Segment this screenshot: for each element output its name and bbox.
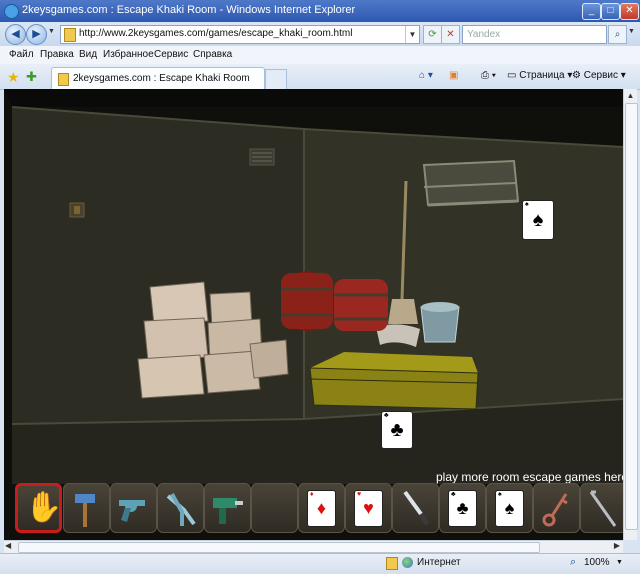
menu-favorites[interactable]: Избранное [103, 49, 154, 60]
home-icon[interactable]: ⌂ ▾ [419, 70, 433, 81]
protected-mode-icon [386, 557, 398, 570]
horizontal-scrollbar[interactable]: ◀ ▶ [4, 540, 623, 553]
tools-menu[interactable]: ⚙ Сервис ▾ [572, 70, 626, 81]
menu-edit[interactable]: Правка [40, 49, 74, 60]
menu-file[interactable]: Файл [9, 49, 34, 60]
forward-button[interactable]: ▶ [26, 24, 47, 45]
zoom-icon[interactable]: ⌕ [570, 556, 576, 569]
menu-bar: Файл Правка Вид Избранное Сервис Справка [0, 46, 640, 65]
wall-shelf [422, 159, 520, 207]
window-title: 2keysgames.com : Escape Khaki Room - Win… [22, 4, 356, 16]
inventory-slot-hammer[interactable] [63, 483, 110, 533]
tab-bar: ★ ✚ 2keysgames.com : Escape Khaki Room ⌂… [0, 64, 640, 90]
search-input[interactable]: Yandex [462, 25, 607, 44]
title-bar: 2keysgames.com : Escape Khaki Room - Win… [0, 0, 640, 22]
spade-card-on-wall[interactable]: ♠ ♠ [522, 200, 554, 240]
spade-card-icon: ♠ ♠ [495, 490, 524, 527]
club-card-on-floor[interactable]: ♣ ♣ [381, 411, 413, 449]
barrel [281, 271, 333, 331]
inventory-slot-pliers[interactable] [157, 483, 204, 533]
search-options-icon[interactable]: ▼ [628, 28, 635, 35]
url-field[interactable]: http://www.2keysgames.com/games/escape_k… [60, 25, 420, 44]
barrel [334, 279, 388, 331]
back-button[interactable]: ◀ [5, 24, 26, 45]
inventory-slot-knife[interactable] [392, 483, 439, 533]
key-icon [542, 493, 568, 527]
stop-icon[interactable]: ✕ [441, 25, 460, 44]
search-placeholder: Yandex [467, 29, 501, 40]
favorites-star-icon[interactable]: ★ [7, 69, 20, 86]
vertical-scroll-thumb[interactable] [625, 103, 638, 530]
heart-card-icon: ♥ ♥ [354, 490, 383, 527]
revolver-icon [119, 500, 145, 522]
inventory-slot-diamond-card[interactable]: ♦ ♦ [298, 483, 345, 533]
vertical-scrollbar[interactable]: ▲ [623, 89, 638, 540]
tools-menu-label: Сервис [583, 70, 618, 81]
hand-icon: ✋ [25, 491, 63, 524]
add-favorites-icon[interactable]: ✚ [26, 69, 37, 85]
inventory-slot-club-card[interactable]: ♣ ♣ [439, 483, 486, 533]
horizontal-scroll-thumb[interactable] [18, 542, 540, 553]
inventory-slot-empty[interactable] [251, 483, 298, 533]
inventory-slot-revolver[interactable] [110, 483, 157, 533]
search-icon[interactable]: ⌕ [608, 25, 627, 44]
wall-vent [249, 148, 275, 166]
knife-icon [403, 490, 430, 526]
inventory-slot-crowbar[interactable] [580, 483, 627, 533]
status-bar: Интернет ⌕ 100% ▼ [0, 553, 640, 574]
hammer-icon [75, 494, 95, 527]
bucket [420, 302, 460, 343]
new-tab-button[interactable] [265, 69, 287, 90]
game-canvas[interactable]: ♠ ♠ ♣ ♣ play more room escape games here [4, 89, 623, 540]
scroll-up-icon[interactable]: ▲ [624, 89, 637, 102]
drill-icon [213, 498, 243, 524]
inventory-slot-key[interactable] [533, 483, 580, 533]
pliers-icon [166, 493, 196, 526]
url-dropdown-icon[interactable]: ▼ [405, 26, 419, 43]
internet-zone-icon [402, 557, 413, 568]
inventory-slot-drill[interactable] [204, 483, 251, 533]
diamond-card-icon: ♦ ♦ [307, 490, 336, 527]
feeds-icon[interactable]: ▣ [449, 70, 458, 81]
zoom-dropdown-icon[interactable]: ▼ [616, 559, 623, 566]
crowbar-icon [589, 490, 617, 527]
history-dropdown-icon[interactable]: ▼ [48, 28, 55, 35]
tab-page-icon [58, 73, 69, 86]
maximize-button[interactable]: □ [601, 3, 620, 20]
table [309, 352, 479, 410]
print-icon[interactable]: ⎙ ▾ [481, 70, 496, 81]
minimize-button[interactable]: _ [582, 3, 601, 20]
zoom-level[interactable]: 100% [584, 557, 610, 568]
page-menu[interactable]: ▭ Страница ▾ [507, 70, 572, 81]
inventory-slot-hand[interactable]: ✋ [15, 483, 62, 533]
menu-view[interactable]: Вид [79, 49, 97, 60]
menu-help[interactable]: Справка [193, 49, 232, 60]
close-button[interactable]: ✕ [620, 3, 639, 20]
url-text: http://www.2keysgames.com/games/escape_k… [79, 28, 353, 39]
scroll-left-icon[interactable]: ◀ [5, 541, 11, 550]
promo-link[interactable]: play more room escape games here [436, 470, 623, 484]
menu-tools[interactable]: Сервис [154, 49, 188, 60]
scroll-right-icon[interactable]: ▶ [614, 541, 620, 550]
refresh-icon[interactable]: ⟳ [423, 25, 442, 44]
inventory-bar: ✋ ♦ ♦ ♥ ♥ ♣ ♣ ♠ ♠ [10, 483, 627, 535]
tab-label: 2keysgames.com : Escape Khaki Room [73, 73, 250, 84]
address-bar: ◀ ▶ ▼ http://www.2keysgames.com/games/es… [0, 22, 640, 46]
inventory-slot-heart-card[interactable]: ♥ ♥ [345, 483, 392, 533]
ie-logo-icon [4, 4, 19, 19]
club-card-icon: ♣ ♣ [448, 490, 477, 527]
page-menu-label: Страница [519, 70, 565, 81]
security-zone-label: Интернет [417, 557, 461, 568]
tab-escape-khaki-room[interactable]: 2keysgames.com : Escape Khaki Room [51, 67, 265, 90]
inventory-slot-spade-card[interactable]: ♠ ♠ [486, 483, 533, 533]
page-icon [64, 28, 76, 42]
